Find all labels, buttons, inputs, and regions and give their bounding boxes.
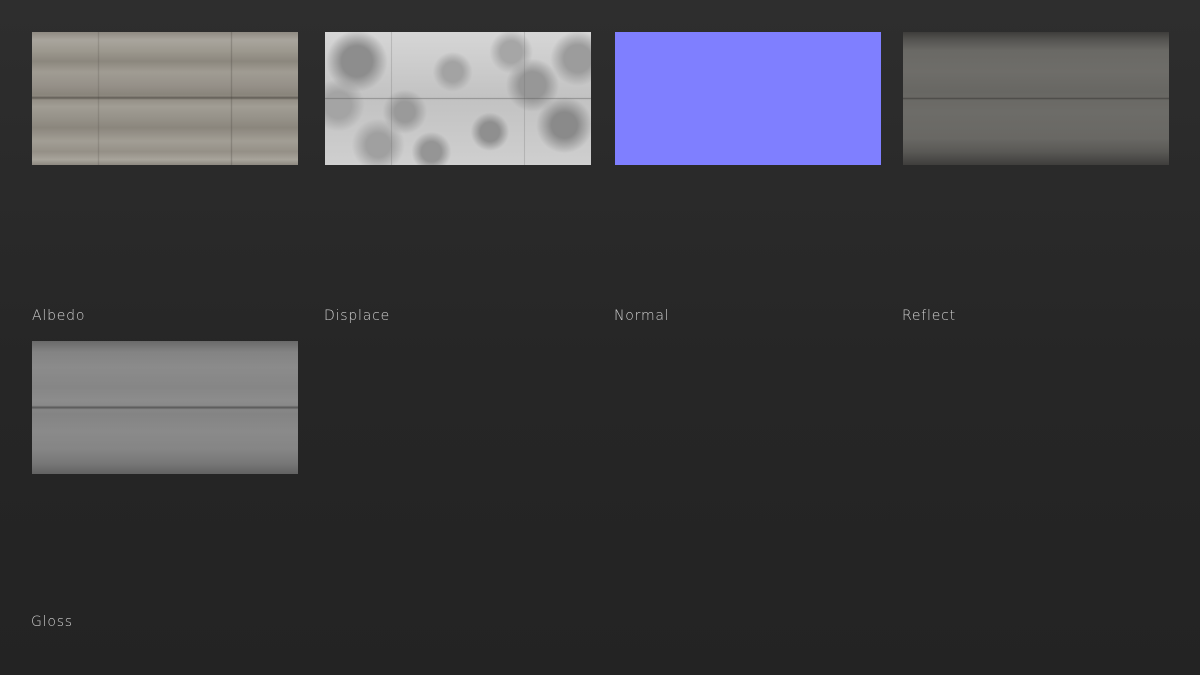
displace-map-thumbnail[interactable] — [325, 32, 591, 165]
gloss-map-thumbnail[interactable] — [32, 341, 298, 474]
albedo-map-label: Albedo — [32, 308, 86, 324]
normal-map-thumbnail[interactable] — [615, 32, 881, 165]
reflect-map-thumbnail[interactable] — [903, 32, 1169, 165]
reflect-map-label: Reflect — [902, 308, 956, 324]
normal-map-label: Normal — [614, 308, 670, 324]
displace-map-label: Displace — [324, 308, 391, 324]
gloss-map-label: Gloss — [31, 614, 73, 630]
albedo-map-thumbnail[interactable] — [32, 32, 298, 165]
